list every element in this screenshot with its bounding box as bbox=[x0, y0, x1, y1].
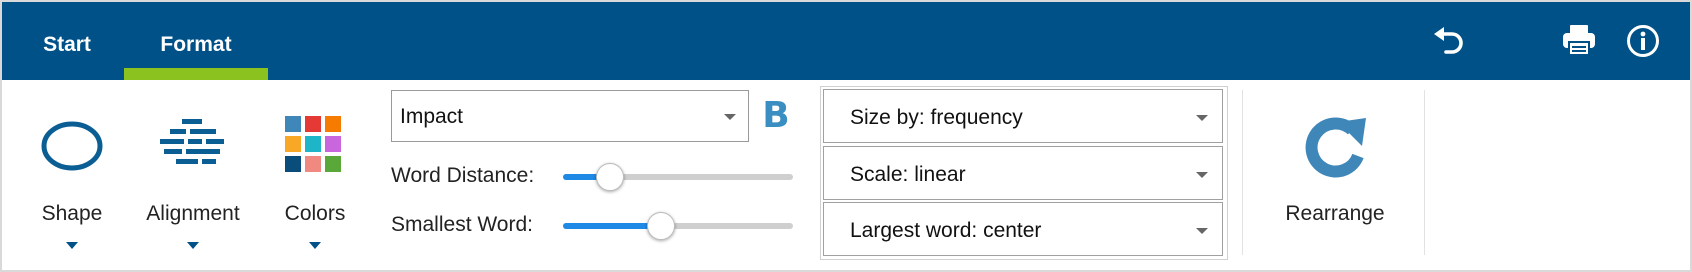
font-select[interactable]: Impact bbox=[391, 90, 749, 142]
font-select-value: Impact bbox=[400, 105, 464, 128]
undo-icon[interactable] bbox=[1432, 26, 1466, 61]
size-by-select[interactable]: Size by: frequency bbox=[823, 89, 1223, 143]
shape-button[interactable]: Shape bbox=[30, 110, 114, 260]
color-swatch bbox=[325, 136, 341, 152]
color-swatch bbox=[285, 136, 301, 152]
color-swatch bbox=[305, 156, 321, 172]
word-distance-slider[interactable] bbox=[563, 163, 793, 191]
color-palette-icon bbox=[285, 116, 345, 176]
color-swatch bbox=[325, 116, 341, 132]
scale-chevron-down-icon bbox=[1196, 172, 1208, 178]
top-toolbar: Start Format bbox=[2, 2, 1690, 80]
tab-start[interactable]: Start bbox=[22, 2, 112, 80]
print-icon[interactable] bbox=[1562, 24, 1596, 61]
largest-word-value: Largest word: center bbox=[850, 219, 1042, 242]
smallest-word-fill bbox=[563, 223, 660, 229]
alignment-label: Alignment bbox=[146, 202, 240, 225]
color-swatch bbox=[325, 156, 341, 172]
shape-label: Shape bbox=[41, 202, 103, 225]
rearrange-label: Rearrange bbox=[1285, 202, 1385, 225]
alignment-button[interactable]: Alignment bbox=[134, 110, 252, 260]
scale-value: Scale: linear bbox=[850, 163, 966, 186]
divider bbox=[1242, 90, 1243, 255]
color-swatch bbox=[305, 116, 321, 132]
brick-alignment-icon bbox=[160, 119, 224, 164]
rearrange-button[interactable]: Rearrange bbox=[1262, 108, 1408, 228]
colors-button[interactable]: Colors bbox=[270, 110, 360, 260]
bold-toggle-button[interactable]: B bbox=[760, 96, 792, 136]
scale-select[interactable]: Scale: linear bbox=[823, 146, 1223, 200]
colors-chevron-down-icon bbox=[309, 242, 321, 249]
smallest-word-label: Smallest Word: bbox=[391, 213, 533, 236]
shape-chevron-down-icon bbox=[66, 242, 78, 249]
word-distance-label: Word Distance: bbox=[391, 164, 535, 187]
word-distance-thumb[interactable] bbox=[596, 163, 624, 191]
color-swatch bbox=[305, 136, 321, 152]
alignment-chevron-down-icon bbox=[187, 242, 199, 249]
divider bbox=[1424, 90, 1425, 255]
size-by-value: Size by: frequency bbox=[850, 106, 1023, 129]
smallest-word-slider[interactable] bbox=[563, 212, 793, 240]
smallest-word-thumb[interactable] bbox=[646, 212, 675, 240]
info-icon[interactable] bbox=[1626, 24, 1660, 63]
color-swatch bbox=[285, 156, 301, 172]
colors-label: Colors bbox=[284, 202, 346, 225]
largest-word-select[interactable]: Largest word: center bbox=[823, 202, 1223, 256]
largest-word-chevron-down-icon bbox=[1196, 228, 1208, 234]
color-swatch bbox=[285, 116, 301, 132]
active-tab-indicator bbox=[124, 68, 268, 80]
size-by-chevron-down-icon bbox=[1196, 115, 1208, 121]
refresh-icon bbox=[1305, 117, 1366, 178]
ellipse-icon bbox=[41, 121, 103, 171]
font-chevron-down-icon bbox=[724, 114, 736, 120]
